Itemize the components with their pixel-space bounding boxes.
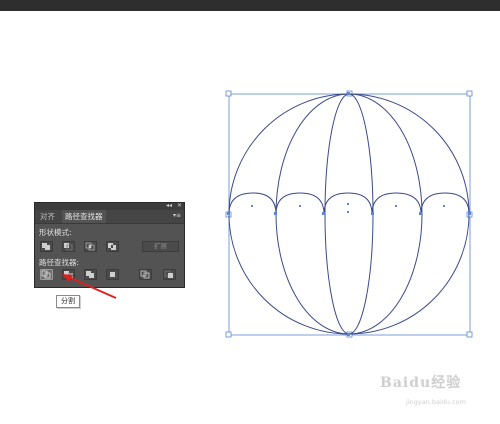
- baidu-watermark: Baidu经验: [380, 375, 462, 391]
- scallop-4: [371, 192, 422, 215]
- baidu-watermark-url: jingyan.baidu.com: [406, 398, 466, 406]
- selection-handles: [225, 90, 473, 338]
- outer-circle: [228, 93, 470, 335]
- scallop-2: [275, 192, 325, 215]
- artwork-canvas[interactable]: [0, 0, 500, 424]
- scallop-5: [420, 192, 470, 215]
- globe-outline: [228, 93, 470, 335]
- meridian-inner: [324, 93, 374, 335]
- meridian-outer: [275, 93, 423, 335]
- scallop-1: [228, 192, 277, 215]
- anchor-points: [227, 92, 471, 336]
